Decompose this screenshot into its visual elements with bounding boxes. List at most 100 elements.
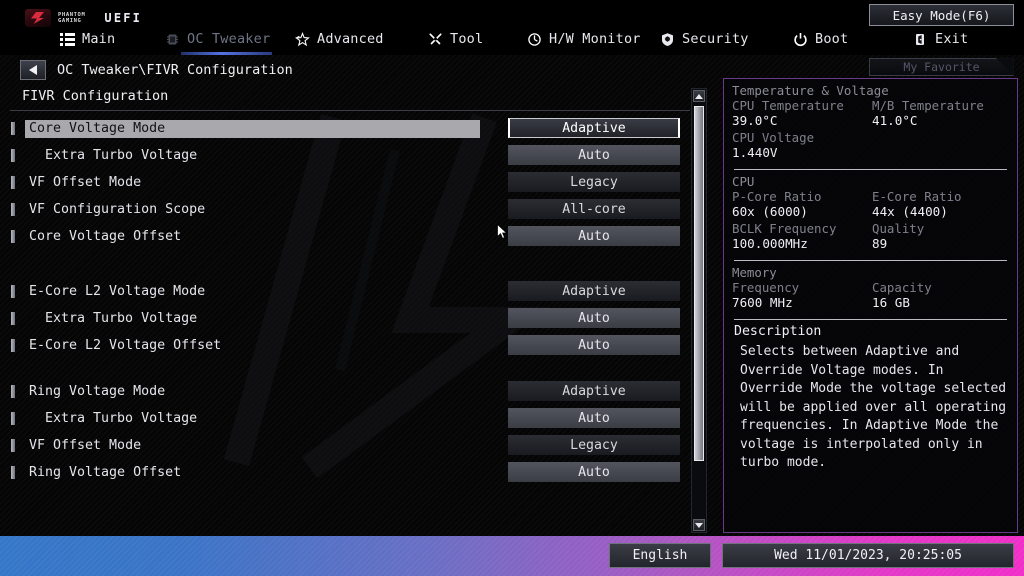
pcore-ratio-label: P-Core Ratio: [732, 190, 872, 204]
phantom-gaming-icon: [25, 9, 51, 27]
system-clock[interactable]: Wed 11/01/2023, 20:25:05: [722, 543, 1014, 568]
memory-heading: Memory: [732, 265, 1009, 280]
spacer: [872, 131, 1009, 145]
tab-underline-active: [181, 52, 272, 55]
tab-tool-label: Tool: [450, 31, 483, 47]
setting-label: VF Offset Mode: [25, 437, 145, 455]
setting-value-button[interactable]: Legacy: [508, 435, 680, 455]
setting-value-button[interactable]: Auto: [508, 226, 680, 246]
bullet-icon: [11, 412, 15, 425]
tab-oc-tweaker[interactable]: OC Tweaker: [165, 28, 270, 50]
setting-row[interactable]: VF Offset Mode Legacy: [0, 435, 690, 456]
tab-tool[interactable]: Tool: [428, 28, 483, 50]
setting-value-button[interactable]: Auto: [508, 308, 680, 328]
bullet-icon: [11, 230, 15, 243]
setting-value-button[interactable]: Auto: [508, 335, 680, 355]
setting-value-button[interactable]: Auto: [508, 462, 680, 482]
setting-label: Core Voltage Mode: [25, 120, 480, 138]
mouse-cursor: [497, 224, 508, 240]
setting-row[interactable]: Core Voltage Offset Auto: [0, 226, 690, 247]
setting-row[interactable]: Ring Voltage Mode Adaptive: [0, 381, 690, 402]
wrench-icon: [428, 32, 443, 47]
tab-security[interactable]: Security: [660, 28, 749, 50]
mb-temperature-label: M/B Temperature: [872, 99, 1009, 113]
memory-frequency-label: Frequency: [732, 281, 872, 295]
chip-icon: [165, 32, 180, 47]
scroll-up-arrow-icon[interactable]: [693, 90, 705, 102]
tab-security-label: Security: [682, 31, 749, 47]
setting-label: Extra Turbo Voltage: [41, 310, 201, 328]
setting-row[interactable]: Extra Turbo Voltage Auto: [0, 308, 690, 329]
tab-exit[interactable]: Exit: [913, 28, 968, 50]
tab-hw-monitor-label: H/W Monitor: [549, 31, 641, 47]
tab-advanced-label: Advanced: [317, 31, 384, 47]
brand-wordmark: PHANTOM GAMING: [58, 12, 85, 24]
setting-label: VF Configuration Scope: [25, 201, 209, 219]
scroll-down-arrow-icon[interactable]: [693, 519, 705, 531]
setting-label: Extra Turbo Voltage: [41, 147, 201, 165]
setting-label: VF Offset Mode: [25, 174, 145, 192]
back-button[interactable]: [20, 60, 46, 80]
bullet-icon: [11, 149, 15, 162]
quality-value: 89: [872, 236, 1009, 252]
mb-temperature-value: 41.0°C: [872, 113, 1009, 129]
tab-boot-label: Boot: [815, 31, 848, 47]
setting-value-button[interactable]: Auto: [508, 145, 680, 165]
bullet-icon: [11, 285, 15, 298]
panel-divider-3: [734, 319, 1007, 320]
my-favorite-button[interactable]: My Favorite: [869, 58, 1014, 76]
setting-label: Ring Voltage Mode: [25, 383, 169, 401]
tab-advanced[interactable]: Advanced: [295, 28, 384, 50]
settings-list: Core Voltage Mode Adaptive Extra Turbo Vol…: [0, 118, 690, 533]
setting-label: E-Core L2 Voltage Offset: [25, 337, 225, 355]
star-icon: [295, 32, 310, 47]
setting-value-button[interactable]: Adaptive: [508, 281, 680, 301]
panel-divider-1: [734, 169, 1007, 170]
breadcrumb-path: OC Tweaker\FIVR Configuration: [57, 62, 293, 78]
setting-label: Extra Turbo Voltage: [41, 410, 201, 428]
setting-row[interactable]: E-Core L2 Voltage Offset Auto: [0, 335, 690, 356]
memory-frequency-value: 7600 MHz: [732, 295, 872, 311]
bullet-icon: [11, 312, 15, 325]
setting-label: Core Voltage Offset: [25, 228, 185, 246]
bullet-icon: [11, 122, 15, 135]
tab-hw-monitor[interactable]: H/W Monitor: [527, 28, 641, 50]
setting-value-button[interactable]: Auto: [508, 408, 680, 428]
setting-row[interactable]: Ring Voltage Offset Auto: [0, 462, 690, 483]
bullet-icon: [11, 466, 15, 479]
setting-row[interactable]: Extra Turbo Voltage Auto: [0, 408, 690, 429]
setting-label: Ring Voltage Offset: [25, 464, 185, 482]
setting-row[interactable]: E-Core L2 Voltage Mode Adaptive: [0, 281, 690, 302]
scrollbar-thumb[interactable]: [694, 106, 704, 461]
bullet-icon: [11, 203, 15, 216]
page-title: FIVR Configuration: [22, 88, 168, 104]
ecore-ratio-label: E-Core Ratio: [872, 190, 1009, 204]
tab-boot[interactable]: Boot: [793, 28, 848, 50]
setting-row[interactable]: VF Configuration Scope All-core: [0, 199, 690, 220]
bullet-icon: [11, 339, 15, 352]
setting-value-button[interactable]: All-core: [508, 199, 680, 219]
brand-line-2: GAMING: [58, 18, 85, 24]
setting-value-button[interactable]: Adaptive: [508, 381, 680, 401]
setting-row[interactable]: VF Offset Mode Legacy: [0, 172, 690, 193]
setting-value-button[interactable]: Adaptive: [508, 118, 680, 138]
language-button[interactable]: English: [609, 543, 711, 568]
gauge-icon: [527, 32, 542, 47]
cpu-heading: CPU: [732, 174, 1009, 189]
setting-value-button[interactable]: Legacy: [508, 172, 680, 192]
easy-mode-button[interactable]: Easy Mode(F6): [869, 4, 1014, 26]
bullet-icon: [11, 176, 15, 189]
description-heading: Description: [734, 324, 1009, 339]
setting-row[interactable]: Extra Turbo Voltage Auto: [0, 145, 690, 166]
tab-exit-label: Exit: [935, 31, 968, 47]
cpu-temperature-label: CPU Temperature: [732, 99, 872, 113]
quality-label: Quality: [872, 222, 1009, 236]
description-text: Selects between Adaptive and Override Vo…: [732, 343, 1009, 473]
breadcrumb: OC Tweaker\FIVR Configuration: [20, 60, 293, 80]
tab-main[interactable]: Main: [60, 28, 115, 50]
bclk-frequency-label: BCLK Frequency: [732, 222, 872, 236]
setting-row[interactable]: Core Voltage Mode Adaptive: [0, 118, 690, 139]
setting-label: E-Core L2 Voltage Mode: [25, 283, 209, 301]
temp-voltage-grid: CPU Temperature M/B Temperature 39.0°C 4…: [732, 99, 1009, 163]
settings-scrollbar[interactable]: [691, 88, 707, 533]
